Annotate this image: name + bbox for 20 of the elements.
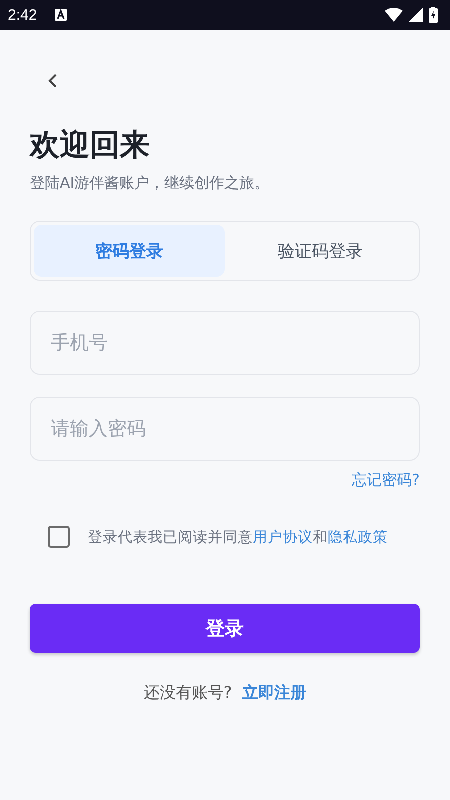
login-tab[interactable]: 密码登录 <box>34 225 225 277</box>
login-tab[interactable]: 验证码登录 <box>225 225 416 277</box>
phone-field[interactable]: 手机号 <box>30 311 420 375</box>
signal-icon <box>409 8 423 22</box>
agreement-checkbox[interactable] <box>48 526 70 548</box>
agreement-link[interactable]: 用户协议 <box>253 530 313 546</box>
agreement-link[interactable]: 隐私政策 <box>328 530 388 546</box>
password-field[interactable]: 请输入密码 <box>30 397 420 461</box>
wifi-icon <box>385 8 403 22</box>
agreement-text: 登录代表我已阅读并同意用户协议和隐私政策 <box>88 528 388 546</box>
forgot-password-link[interactable]: 忘记密码? <box>352 471 420 490</box>
battery-icon <box>429 7 438 23</box>
page-subtitle: 登陆AI游伴酱账户，继续创作之旅。 <box>30 174 271 193</box>
register-prompt: 还没有账号? <box>144 683 232 704</box>
status-time: 2:42 <box>8 6 38 24</box>
page-title: 欢迎回来 <box>30 127 151 165</box>
notification-icon <box>55 9 68 21</box>
back-icon <box>48 74 58 88</box>
login-button[interactable]: 登录 <box>30 604 420 653</box>
register-link[interactable]: 立即注册 <box>242 683 306 704</box>
